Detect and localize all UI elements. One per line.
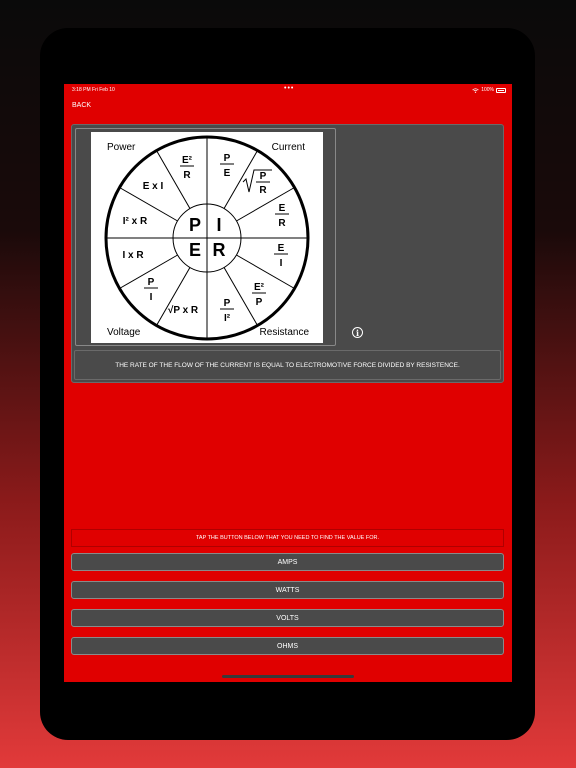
instruction-text: TAP THE BUTTON BELOW THAT YOU NEED TO FI… bbox=[195, 535, 380, 541]
frac-p-i2-denominator: I² bbox=[224, 313, 231, 324]
pier-image-frame: Power Current Voltage Resistance P I E R… bbox=[75, 128, 336, 346]
frac-sqrt-p-r-numerator: P bbox=[260, 171, 267, 182]
center-p: P bbox=[189, 215, 201, 235]
battery-icon bbox=[496, 87, 506, 93]
sqrt-radical-icon bbox=[242, 169, 272, 193]
center-r: R bbox=[213, 240, 226, 260]
formula-i-times-r: I x R bbox=[122, 250, 144, 261]
center-e: E bbox=[189, 240, 201, 260]
frac-e-r-numerator: E bbox=[279, 203, 286, 214]
frac-p-i-numerator: P bbox=[148, 277, 155, 288]
label-voltage: Voltage bbox=[107, 327, 141, 338]
frac-e2-r-numerator: E² bbox=[182, 155, 193, 166]
info-icon[interactable]: i bbox=[352, 327, 363, 338]
frac-p-e-numerator: P bbox=[224, 153, 231, 164]
formula-i2-times-r: I² x R bbox=[123, 216, 148, 227]
pier-wheel-svg: Power Current Voltage Resistance P I E R… bbox=[104, 135, 310, 341]
amps-button[interactable]: AMPS bbox=[71, 553, 504, 571]
formula-description: THE RATE OF THE FLOW OF THE CURRENT IS E… bbox=[74, 350, 501, 380]
formula-e-times-i: E x I bbox=[143, 181, 164, 192]
frac-sqrt-p-r-denominator: R bbox=[259, 185, 267, 196]
frac-e-i-denominator: I bbox=[280, 258, 283, 269]
battery-percent: 100% bbox=[481, 87, 494, 93]
status-right-group: 100% bbox=[472, 87, 506, 93]
frac-p-i2-numerator: P bbox=[224, 298, 231, 309]
formula-panel: Power Current Voltage Resistance P I E R… bbox=[71, 124, 504, 383]
label-current: Current bbox=[272, 142, 306, 153]
label-power: Power bbox=[107, 142, 136, 153]
frac-e-r-denominator: R bbox=[278, 218, 286, 229]
multitasking-dots[interactable]: ••• bbox=[284, 85, 294, 92]
frac-e-i-numerator: E bbox=[278, 243, 285, 254]
formula-description-text: THE RATE OF THE FLOW OF THE CURRENT IS E… bbox=[115, 361, 460, 369]
ohms-button[interactable]: OHMS bbox=[71, 637, 504, 655]
app-screen: 3:18 PM Fri Feb 10 ••• 100% BACK Power C… bbox=[64, 84, 512, 682]
status-time-date: 3:18 PM Fri Feb 10 bbox=[72, 87, 115, 93]
center-i: I bbox=[216, 215, 221, 235]
back-button[interactable]: BACK bbox=[72, 102, 91, 109]
instruction-banner: TAP THE BUTTON BELOW THAT YOU NEED TO FI… bbox=[71, 529, 504, 547]
home-indicator[interactable] bbox=[222, 675, 354, 678]
formula-sqrt-p-times-r: √P x R bbox=[168, 305, 199, 316]
frac-p-i-denominator: I bbox=[150, 292, 153, 303]
frac-p-e-denominator: E bbox=[224, 168, 231, 179]
status-bar: 3:18 PM Fri Feb 10 ••• 100% bbox=[64, 84, 512, 96]
volts-button[interactable]: VOLTS bbox=[71, 609, 504, 627]
frac-e2-r-denominator: R bbox=[183, 170, 191, 181]
wifi-icon bbox=[472, 87, 479, 93]
pier-wheel-diagram: Power Current Voltage Resistance P I E R… bbox=[91, 132, 323, 343]
frac-e2-p-denominator: P bbox=[256, 297, 263, 308]
frac-e2-p-numerator: E² bbox=[254, 282, 265, 293]
watts-button[interactable]: WATTS bbox=[71, 581, 504, 599]
label-resistance: Resistance bbox=[260, 327, 310, 338]
